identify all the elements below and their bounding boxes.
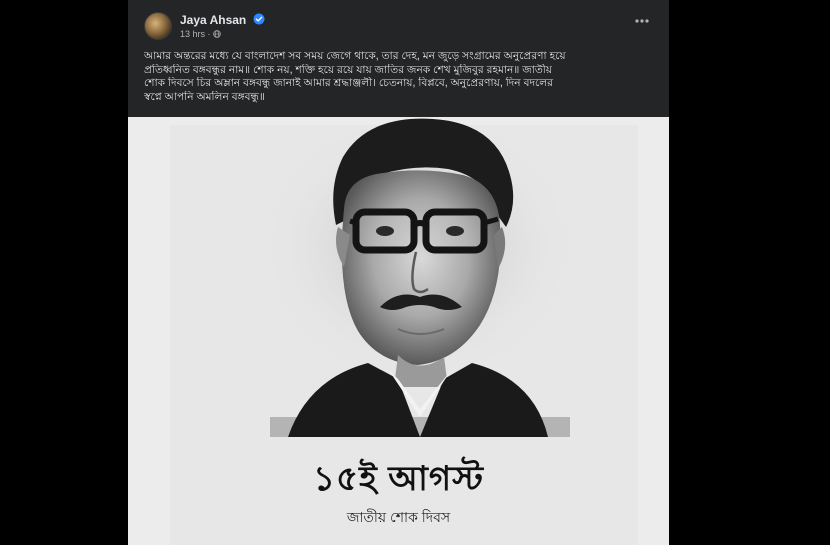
post-image[interactable]: ১৫ই আগস্ট জাতীয় শোক দিবস (128, 117, 669, 545)
portrait-illustration (258, 117, 578, 437)
more-options-icon[interactable] (634, 18, 650, 24)
author-avatar[interactable] (144, 12, 172, 40)
globe-icon[interactable] (213, 30, 221, 38)
verified-badge-icon (253, 13, 265, 25)
post-meta: 13 hrs · (180, 29, 221, 39)
poster-title: ১৫ই আগস্ট (312, 460, 485, 498)
poster-subtitle: জাতীয় শোক দিবস (346, 509, 451, 525)
post-text-line: স্বপ্নে আপনি অমলিন বঙ্গবন্ধু॥ (144, 90, 265, 103)
post-text-line: আমার অন্তরের মধ্যে যে বাংলাদেশ সব সময় জ… (144, 50, 566, 62)
page: Jaya Ahsan 13 hrs · আমার অন্তরের মধ্যে য… (0, 0, 830, 545)
author-name[interactable]: Jaya Ahsan (180, 13, 246, 27)
post-text-line: শোক দিবসে চির অম্লান বঙ্গবন্ধু জানাই আমা… (144, 77, 554, 90)
meta-separator: · (207, 29, 211, 39)
post-header: Jaya Ahsan 13 hrs · (128, 0, 669, 46)
post-card: Jaya Ahsan 13 hrs · আমার অন্তরের মধ্যে য… (128, 0, 669, 545)
post-text-line: প্রতিধ্বনিত বঙ্গবন্ধুর নাম॥ শোক নয়, শক্… (144, 63, 553, 76)
post-timestamp[interactable]: 13 hrs (180, 29, 205, 39)
post-text: আমার অন্তরের মধ্যে যে বাংলাদেশ সব সময় জ… (144, 50, 649, 104)
